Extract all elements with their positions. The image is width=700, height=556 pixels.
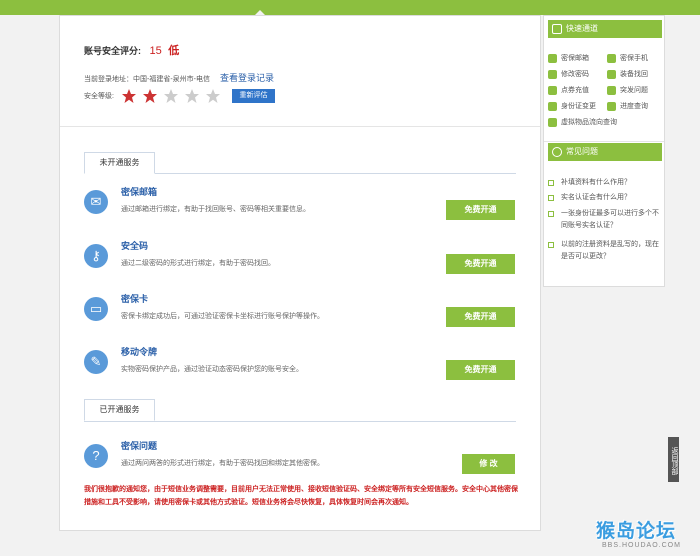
service-description: 通过邮箱进行绑定，有助于找回账号、密码等相关重要信息。 bbox=[121, 206, 310, 213]
quick-link[interactable]: 密保邮箱 bbox=[561, 53, 589, 63]
divider bbox=[60, 126, 540, 127]
quick-channel-icon bbox=[552, 24, 562, 34]
login-address: 当前登录地址：中国-福建省-泉州市-电信 查看登录记录 bbox=[84, 71, 274, 84]
forum-watermark: 猴岛论坛 BBS.HOUDAO.COM bbox=[594, 516, 698, 554]
recover-icon bbox=[607, 70, 616, 79]
progress-icon bbox=[607, 102, 616, 111]
watermark-logo: 猴岛论坛 bbox=[596, 521, 677, 542]
quick-link[interactable]: 身份证变更 bbox=[561, 101, 596, 111]
faq-item[interactable]: 补填资料有什么作用？ bbox=[561, 177, 661, 189]
top-banner bbox=[0, 0, 700, 15]
star-filled-icon bbox=[122, 89, 136, 103]
idcard-icon bbox=[548, 102, 557, 111]
star-empty-icon bbox=[164, 89, 178, 103]
phone-icon bbox=[607, 54, 616, 63]
reassess-button[interactable]: 重新评估 bbox=[232, 89, 275, 103]
faq-bullet-icon bbox=[548, 211, 554, 217]
star-empty-icon bbox=[206, 89, 220, 103]
divider bbox=[544, 141, 664, 142]
quick-link[interactable]: 密保手机 bbox=[620, 53, 648, 63]
service-row: ✉ 密保邮箱通过邮箱进行绑定，有助于找回账号、密码等相关重要信息。 免费开通 bbox=[60, 187, 540, 230]
service-description: 通过二级密码的形式进行绑定，有助于密码找回。 bbox=[121, 260, 275, 267]
score-value: 15 bbox=[149, 45, 162, 57]
token-icon: ✎ bbox=[84, 350, 108, 374]
mail-icon bbox=[548, 54, 557, 63]
faq-item[interactable]: 以前的注册资料是乱写的，现在是否可以更改？ bbox=[561, 239, 661, 263]
quick-channel-title: 快速通道 bbox=[566, 24, 598, 33]
lightbulb-icon bbox=[552, 147, 562, 157]
service-title: 密保邮箱 bbox=[121, 187, 158, 197]
security-panel: 账号安全评分: 15 低 当前登录地址：中国-福建省-泉州市-电信 查看登录记录… bbox=[59, 15, 541, 531]
faq-bullet-icon bbox=[548, 242, 554, 248]
service-row: ? 密保问题通过两问两答的形式进行绑定，有助于密码找回和绑定其他密保。 修 改 bbox=[60, 441, 540, 484]
faq-item[interactable]: 实名认证会有什么用？ bbox=[561, 192, 661, 204]
sidebar: 快速通道 密保邮箱 密保手机修改密码 装备找回点券充值 突发问题身份证变更 进度查询 虚拟… bbox=[543, 15, 665, 287]
sms-notice: 我们很抱歉的通知您，由于短信业务调整需要，目前用户无法正常使用、接收短信验证码、… bbox=[84, 486, 518, 506]
quick-link[interactable]: 点券充值 bbox=[561, 85, 589, 95]
service-title: 安全码 bbox=[121, 241, 149, 251]
faq-bullet-icon bbox=[548, 195, 554, 201]
service-title: 移动令牌 bbox=[121, 347, 158, 357]
service-description: 实物密码保护产品，通过验证动态密码保护您的账号安全。 bbox=[121, 366, 303, 373]
star-empty-icon bbox=[185, 89, 199, 103]
tab-underline bbox=[84, 421, 516, 422]
faq-bullet-icon bbox=[548, 180, 554, 186]
quick-link[interactable]: 修改密码 bbox=[561, 69, 589, 79]
help-icon bbox=[607, 86, 616, 95]
service-row: ⚷ 安全码通过二级密码的形式进行绑定，有助于密码找回。 免费开通 bbox=[60, 241, 540, 284]
service-description: 通过两问两答的形式进行绑定，有助于密码找回和绑定其他密保。 bbox=[121, 460, 324, 467]
service-row: ✎ 移动令牌实物密码保护产品，通过验证动态密码保护您的账号安全。 免费开通 bbox=[60, 347, 540, 390]
quick-link[interactable]: 虚拟物品流向查询 bbox=[561, 117, 617, 127]
key-icon: ⚷ bbox=[84, 244, 108, 268]
open-service-button[interactable]: 免费开通 bbox=[446, 360, 515, 380]
level-label: 安全等级: bbox=[84, 93, 114, 100]
edit-icon bbox=[548, 70, 557, 79]
quick-link[interactable]: 装备找回 bbox=[620, 69, 648, 79]
login-record-link[interactable]: 查看登录记录 bbox=[220, 73, 274, 83]
score-level: 低 bbox=[168, 45, 180, 57]
service-title: 密保问题 bbox=[121, 441, 158, 451]
watermark-url: BBS.HOUDAO.COM bbox=[602, 542, 681, 549]
quick-link[interactable]: 进度查询 bbox=[620, 101, 648, 111]
back-to-top-button[interactable]: 返回顶部 bbox=[668, 437, 679, 482]
open-service-button[interactable]: 免费开通 bbox=[446, 307, 515, 327]
coupon-icon bbox=[548, 86, 557, 95]
tab-opened-services[interactable]: 已开通服务 bbox=[84, 399, 155, 421]
score-label: 账号安全评分: bbox=[84, 46, 141, 56]
gift-icon bbox=[548, 118, 557, 127]
login-label: 当前登录地址： bbox=[84, 76, 133, 83]
service-description: 密保卡绑定成功后，可通过验证密保卡坐标进行账号保护等操作。 bbox=[121, 313, 324, 320]
card-icon: ▭ bbox=[84, 297, 108, 321]
question-lock-icon: ? bbox=[84, 444, 108, 468]
open-service-button[interactable]: 免费开通 bbox=[446, 254, 515, 274]
open-service-button[interactable]: 免费开通 bbox=[446, 200, 515, 220]
faq-item[interactable]: 一张身份证最多可以进行多个不同账号实名认证？ bbox=[561, 208, 661, 232]
faq-title: 常见问题 bbox=[566, 147, 598, 156]
service-row: ▭ 密保卡密保卡绑定成功后，可通过验证密保卡坐标进行账号保护等操作。 免费开通 bbox=[60, 294, 540, 337]
faq-header: 常见问题 bbox=[548, 143, 662, 161]
login-location: 中国-福建省-泉州市-电信 bbox=[133, 76, 210, 83]
quick-link[interactable]: 突发问题 bbox=[620, 85, 648, 95]
score-line: 账号安全评分: 15 低 bbox=[84, 42, 179, 58]
open-service-button[interactable]: 修 改 bbox=[462, 454, 515, 474]
quick-channel-header: 快速通道 bbox=[548, 20, 662, 38]
service-title: 密保卡 bbox=[121, 294, 149, 304]
envelope-icon: ✉ bbox=[84, 190, 108, 214]
star-filled-icon bbox=[143, 89, 157, 103]
tab-unopened-services[interactable]: 未开通服务 bbox=[84, 152, 155, 174]
